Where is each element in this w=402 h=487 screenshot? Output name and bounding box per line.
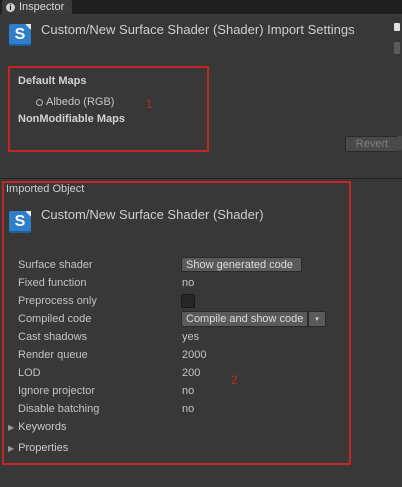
nonmodifiable-maps-label: NonModifiable Maps — [18, 113, 125, 125]
ignore-projector-label: Ignore projector — [18, 385, 96, 397]
dropdown-arrow-icon: ▾ — [315, 316, 319, 323]
scroll-handle[interactable] — [394, 42, 400, 54]
imported-object-title: Custom/New Surface Shader (Shader) — [41, 207, 264, 222]
compiled-code-label: Compiled code — [18, 313, 92, 325]
fixed-function-value: no — [182, 277, 195, 289]
info-icon: i — [6, 2, 15, 12]
properties-label: Properties — [18, 442, 69, 454]
compiled-code-dropdown[interactable]: ▾ — [308, 311, 326, 327]
show-generated-code-button[interactable]: Show generated code — [181, 257, 302, 272]
render-queue-value: 2000 — [182, 349, 207, 361]
shader-file-icon: S — [9, 24, 31, 46]
apply-button-edge[interactable] — [397, 136, 402, 150]
disable-batching-value: no — [182, 403, 195, 415]
annotation-number-1: 1 — [146, 97, 153, 111]
lod-value: 200 — [182, 367, 201, 379]
show-generated-code-label: Show generated code — [186, 258, 294, 271]
window-menu-icon[interactable] — [394, 23, 400, 31]
surface-shader-label: Surface shader — [18, 259, 93, 271]
ignore-projector-value: no — [182, 385, 195, 397]
triangle-right-icon: ▶ — [8, 422, 15, 432]
default-maps-label: Default Maps — [18, 75, 87, 87]
lod-label: LOD — [18, 367, 41, 379]
shader-icon: S — [9, 211, 31, 233]
preprocess-only-label: Preprocess only — [18, 295, 97, 307]
imported-object-label: Imported Object — [6, 183, 85, 195]
compile-and-show-code-button[interactable]: Compile and show code — [181, 311, 308, 327]
cast-shadows-value: yes — [182, 331, 200, 343]
disable-batching-label: Disable batching — [18, 403, 100, 415]
compile-and-show-code-label: Compile and show code — [186, 313, 304, 325]
import-settings-title: Custom/New Surface Shader (Shader) Impor… — [41, 22, 355, 37]
render-queue-label: Render queue — [18, 349, 88, 361]
albedo-label: Albedo (RGB) — [46, 96, 115, 108]
radio-circle-icon — [36, 98, 43, 106]
keywords-label: Keywords — [18, 421, 67, 433]
annotation-number-2: 2 — [231, 373, 238, 387]
keywords-foldout[interactable]: ▶ Keywords — [8, 421, 66, 433]
triangle-right-icon: ▶ — [8, 443, 15, 453]
revert-label: Revert — [355, 138, 389, 150]
albedo-row: Albedo (RGB) — [36, 96, 114, 108]
divider — [0, 178, 402, 179]
preprocess-only-checkbox[interactable] — [181, 294, 195, 308]
revert-button[interactable]: Revert — [345, 136, 399, 152]
fixed-function-label: Fixed function — [18, 277, 87, 289]
tab-inspector[interactable]: i Inspector — [2, 0, 73, 14]
tab-label: Inspector — [19, 1, 65, 13]
cast-shadows-label: Cast shadows — [18, 331, 88, 343]
properties-foldout[interactable]: ▶ Properties — [8, 442, 68, 454]
